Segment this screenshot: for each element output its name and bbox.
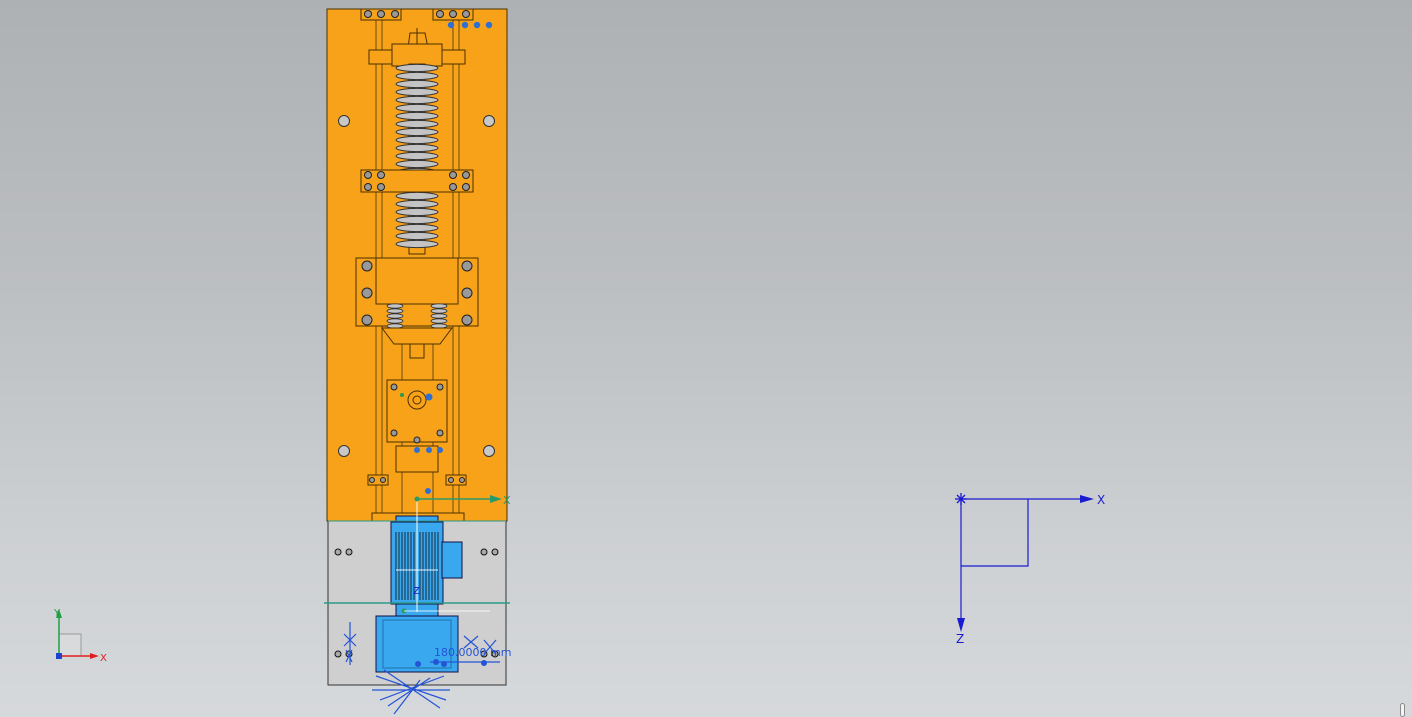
spring-coil [395,239,439,249]
spring-coil [395,215,439,225]
spring-coil [395,223,439,233]
small-spring-coil [386,303,404,309]
spring-coil [395,127,439,137]
spring-coil [395,103,439,113]
wcs-axis-icon[interactable]: X Z [955,493,1105,646]
wcs-z-label: Z [956,632,964,646]
small-spring-coil [386,318,404,324]
spring-coil [395,143,439,153]
csys-x-label: X [503,494,511,507]
spring-coil [395,207,439,217]
graphics-viewport[interactable]: X Z 180.0000 mm X Z Y X [0,0,1412,717]
scroll-handle[interactable] [1400,703,1405,717]
spring-coil [395,63,439,73]
spring-coil [395,199,439,209]
triad-y-label: Y [53,608,61,619]
small-spring-coil [386,313,404,319]
spring-coil [395,87,439,97]
middle-clamp [360,169,474,193]
dimension-label[interactable]: 180.0000 mm [434,646,511,659]
wcs-x-label: X [1097,493,1105,507]
small-spring-coil [430,308,448,314]
spring-coil [395,71,439,81]
main-spring [395,63,439,255]
assembly-model[interactable]: X Z 180.0000 mm [324,8,511,715]
small-spring-coil [386,308,404,314]
small-spring-coil [430,313,448,319]
small-spring-coil [430,318,448,324]
xyz-triad-icon[interactable]: Y X [53,608,107,664]
spring-coil [395,119,439,129]
sensor-block [386,379,448,444]
spring-coil [395,231,439,241]
spring-coil [395,159,439,169]
small-spring-coil [430,303,448,309]
spring-coil [395,191,439,201]
spring-coil [395,95,439,105]
origin-star-icon [955,493,967,505]
spring-coil [395,79,439,89]
spring-coil [395,111,439,121]
slider-block [355,257,479,327]
spring-coil [395,135,439,145]
triad-x-label: X [100,653,107,664]
spring-coil [395,151,439,161]
csys-z-label: Z [413,586,420,597]
